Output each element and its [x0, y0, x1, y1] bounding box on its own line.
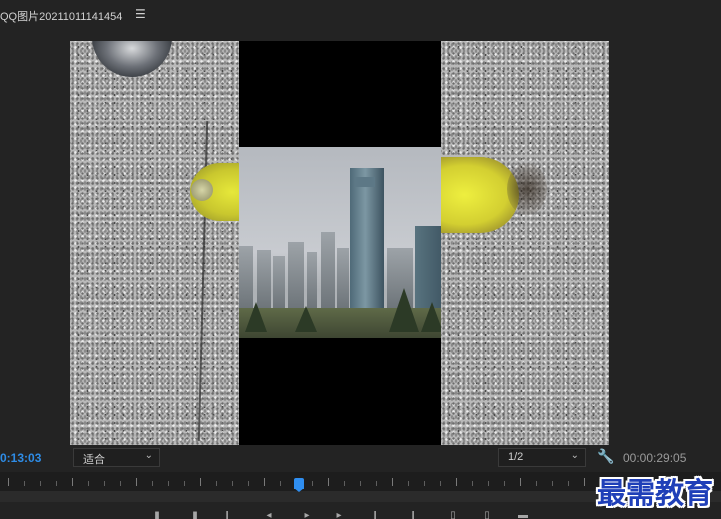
step-forward-icon[interactable]: ▸ — [334, 511, 344, 519]
ruler-tick — [232, 481, 233, 486]
ruler-tick — [408, 481, 409, 486]
ruler-tick — [280, 481, 281, 486]
ruler-tick — [536, 481, 537, 486]
ruler-tick — [552, 481, 553, 486]
zoom-level-value: 适合 — [83, 454, 105, 466]
play-icon[interactable]: ▸ — [302, 511, 312, 519]
background-building — [307, 252, 317, 308]
ruler-tick — [456, 478, 457, 486]
ruler-tick — [504, 481, 505, 486]
background-building — [257, 250, 271, 308]
ruler-tick — [216, 481, 217, 486]
ruler-tick — [184, 481, 185, 486]
current-timecode[interactable]: 0:13:03 — [0, 451, 41, 465]
ruler-tick — [440, 481, 441, 486]
shoe-image — [92, 41, 172, 77]
ruler-tick — [120, 481, 121, 486]
zoom-level-select[interactable]: 适合 ⌄ — [73, 448, 160, 467]
background-building — [273, 256, 285, 308]
mark-in-icon[interactable]: ▮ — [152, 511, 162, 519]
granite-clip-left — [70, 41, 250, 445]
wrench-icon[interactable]: 🔧 — [597, 448, 614, 465]
granite-clip-right — [441, 41, 609, 445]
button-editor-icon[interactable]: ▬ — [518, 511, 528, 519]
background-building — [321, 232, 335, 308]
tree — [421, 302, 441, 332]
step-back-icon[interactable]: ◂ — [264, 511, 274, 519]
ruler-tick — [584, 478, 585, 486]
export-frame-icon[interactable]: ▯ — [482, 511, 492, 519]
ruler-tick — [168, 481, 169, 486]
ruler-tick — [312, 481, 313, 486]
ruler-tick — [392, 478, 393, 486]
ruler-tick — [152, 481, 153, 486]
tree — [389, 288, 419, 332]
background-building — [337, 248, 349, 308]
program-monitor[interactable] — [0, 30, 721, 446]
tree — [295, 306, 317, 332]
ruler-tick — [264, 478, 265, 486]
ruler-tick — [344, 481, 345, 486]
ruler-tick — [24, 481, 25, 486]
video-frame — [70, 41, 609, 445]
ruler-tick — [360, 481, 361, 486]
panel-title[interactable]: QQ图片20211011141454 — [0, 8, 122, 24]
chevron-down-icon: ⌄ — [570, 450, 579, 461]
background-building — [239, 246, 253, 308]
duckling-left-beak — [191, 179, 213, 201]
ruler-tick — [376, 481, 377, 486]
skyscraper-top — [355, 177, 375, 187]
extract-icon[interactable]: ▯ — [448, 511, 458, 519]
ruler-tick — [328, 478, 329, 486]
go-to-out-icon[interactable]: ┃ — [370, 511, 380, 519]
ruler-tick — [248, 481, 249, 486]
duration-timecode: 00:00:29:05 — [623, 451, 687, 465]
mark-out-icon[interactable]: ▮ — [190, 511, 200, 519]
ruler-tick — [424, 481, 425, 486]
ruler-tick — [8, 478, 9, 486]
city-photo — [239, 147, 441, 338]
ruler-tick — [488, 481, 489, 486]
ruler-tick — [520, 478, 521, 486]
lift-icon[interactable]: ┃ — [408, 511, 418, 519]
ruler-tick — [200, 478, 201, 486]
go-to-in-icon[interactable]: ┃ — [222, 511, 232, 519]
ruler-tick — [88, 481, 89, 486]
ruler-tick — [568, 481, 569, 486]
ruler-tick — [136, 478, 137, 486]
ruler-tick — [40, 481, 41, 486]
ruler-tick — [72, 478, 73, 486]
playhead-marker[interactable] — [294, 478, 304, 492]
watermark-logo: 最需教育 — [597, 476, 714, 510]
ruler-tick — [56, 481, 57, 486]
panel-header: QQ图片20211011141454 ☰ — [0, 0, 721, 30]
background-building — [288, 242, 304, 308]
duckling-right-shadow — [507, 163, 547, 215]
monitor-controls: 0:13:03 适合 ⌄ 1/2 ⌄ 🔧 00:00:29:05 — [0, 446, 721, 472]
skyscraper — [350, 168, 384, 324]
ruler-tick — [104, 481, 105, 486]
tree — [245, 302, 267, 332]
hamburger-menu-icon[interactable]: ☰ — [135, 7, 146, 21]
ruler-tick — [472, 481, 473, 486]
chevron-down-icon: ⌄ — [144, 450, 153, 461]
resolution-value: 1/2 — [508, 451, 524, 463]
playback-resolution-select[interactable]: 1/2 ⌄ — [498, 448, 586, 467]
